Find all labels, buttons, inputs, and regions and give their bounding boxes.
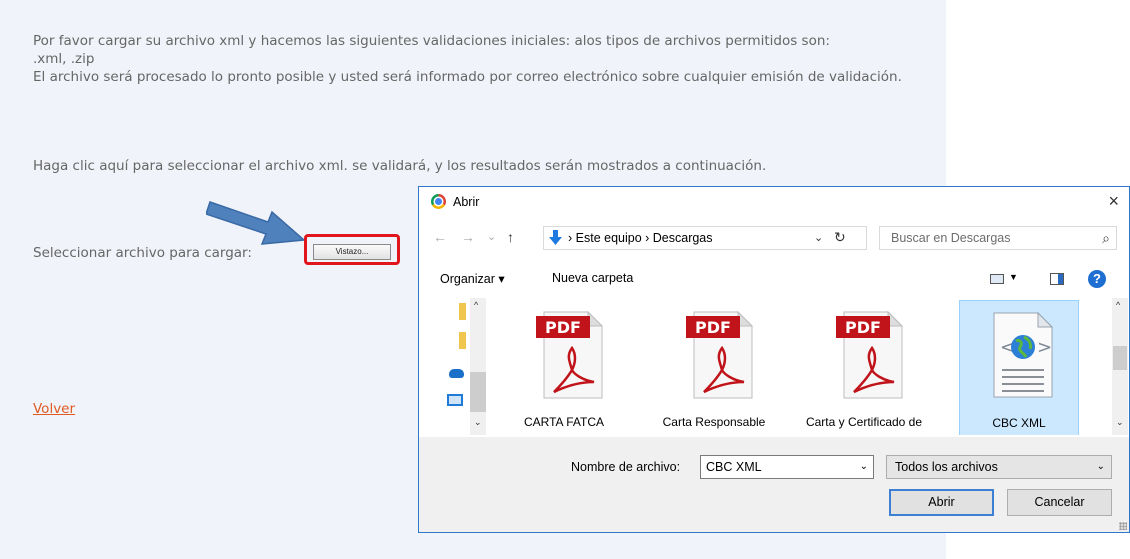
resize-grip-icon[interactable]	[1119, 522, 1127, 530]
pdf-badge-text: PDF	[545, 318, 581, 337]
dialog-toolbar: Organizar ▾ Nueva carpeta ▼ ?	[419, 267, 1129, 293]
new-folder-button[interactable]: Nueva carpeta	[552, 271, 633, 285]
file-name: CARTA FATCA	[523, 415, 604, 429]
refresh-icon[interactable]: ↻	[834, 229, 846, 246]
svg-text:>: >	[1037, 337, 1052, 358]
open-button[interactable]: Abrir	[889, 489, 994, 516]
recent-locations-icon[interactable]: ⌄	[487, 230, 496, 243]
browse-highlight	[304, 234, 400, 265]
address-dropdown-icon[interactable]: ⌄	[814, 231, 823, 244]
navigation-bar: ← → ⌄ ↑ › Este equipo › Descargas ⌄ ↻ Bu…	[419, 224, 1129, 252]
filename-dropdown-icon[interactable]: ⌄	[860, 461, 868, 472]
search-placeholder: Buscar en Descargas	[891, 231, 1011, 245]
onedrive-icon[interactable]	[449, 369, 464, 378]
file-name: Carta y Certificado de	[805, 415, 923, 429]
file-type-value: Todos los archivos	[895, 460, 998, 474]
file-item[interactable]: PDF CARTA FATCA	[504, 300, 624, 435]
downloads-icon	[549, 230, 562, 245]
dialog-title: Abrir	[453, 195, 480, 209]
intro-line-1: Por favor cargar su archivo xml y hacemo…	[33, 33, 830, 49]
upload-instructions: Por favor cargar su archivo xml y hacemo…	[33, 32, 913, 86]
view-options-chevron-icon[interactable]: ▼	[1009, 272, 1018, 282]
chrome-icon	[431, 194, 446, 209]
scrollbar-thumb[interactable]	[470, 372, 486, 412]
file-type-chevron-icon: ⌄	[1096, 461, 1105, 472]
navigation-pane-scrollbar[interactable]: ^ ⌄	[470, 298, 486, 435]
back-arrow-icon[interactable]: ←	[433, 229, 447, 245]
callout-arrow-icon	[206, 201, 306, 245]
open-file-dialog: Abrir × ← → ⌄ ↑ › Este equipo › Descarga…	[418, 186, 1130, 533]
search-box[interactable]: Buscar en Descargas ⌕	[879, 226, 1117, 250]
xml-file-icon: < >	[993, 311, 1054, 398]
change-view-icon[interactable]	[990, 274, 1004, 284]
scroll-down-icon[interactable]: ⌄	[474, 417, 482, 428]
quick-access-folder-icon[interactable]	[459, 332, 466, 349]
search-icon: ⌕	[1102, 230, 1110, 246]
close-icon[interactable]: ×	[1108, 191, 1119, 212]
back-link[interactable]: Volver	[33, 401, 75, 417]
file-item[interactable]: PDF Carta Responsable	[654, 300, 774, 435]
intro-line-2: .xml, .zip	[33, 51, 95, 67]
quick-access-folder-icon[interactable]	[459, 303, 466, 320]
select-hint: Haga clic aquí para seleccionar el archi…	[33, 158, 767, 174]
dialog-titlebar: Abrir ×	[419, 187, 1129, 217]
filename-field[interactable]: CBC XML ⌄	[700, 455, 874, 479]
file-list: PDF CARTA FATCA PDF Carta Responsable PD…	[489, 298, 1111, 435]
address-path: › Este equipo › Descargas	[568, 231, 713, 245]
preview-pane-icon[interactable]	[1050, 273, 1064, 285]
filename-label: Nombre de archivo:	[571, 460, 681, 474]
dialog-footer: Nombre de archivo: CBC XML ⌄ Todos los a…	[419, 437, 1129, 532]
file-item-selected[interactable]: < > CBC XML	[959, 300, 1079, 435]
help-icon[interactable]: ?	[1088, 270, 1106, 288]
up-folder-icon[interactable]: ↑	[507, 229, 514, 245]
file-list-scrollbar[interactable]: ^ ⌄	[1112, 298, 1128, 435]
navigation-pane[interactable]: ^ ⌄	[419, 298, 487, 435]
file-type-select[interactable]: Todos los archivos ⌄	[886, 455, 1112, 479]
this-pc-icon[interactable]	[447, 394, 463, 406]
file-item[interactable]: PDF Carta y Certificado de	[804, 300, 924, 435]
file-name: CBC XML	[992, 416, 1046, 430]
file-name: Carta Responsable	[662, 415, 766, 429]
filename-value: CBC XML	[706, 460, 762, 474]
pdf-file-icon: PDF	[536, 310, 604, 399]
pdf-badge-text: PDF	[695, 318, 731, 337]
scrollbar-thumb[interactable]	[1113, 346, 1127, 370]
scroll-up-icon[interactable]: ^	[474, 300, 478, 310]
scroll-down-icon[interactable]: ⌄	[1116, 417, 1124, 428]
organize-menu[interactable]: Organizar ▾	[440, 271, 505, 286]
forward-arrow-icon[interactable]: →	[461, 229, 475, 245]
pdf-file-icon: PDF	[686, 310, 754, 399]
select-file-label: Seleccionar archivo para cargar:	[33, 245, 252, 261]
address-bar[interactable]: › Este equipo › Descargas ⌄ ↻	[543, 226, 867, 250]
pdf-badge-text: PDF	[845, 318, 881, 337]
pdf-file-icon: PDF	[836, 310, 904, 399]
cancel-button[interactable]: Cancelar	[1007, 489, 1112, 516]
scroll-up-icon[interactable]: ^	[1116, 300, 1120, 310]
intro-line-3: El archivo será procesado lo pronto posi…	[33, 69, 902, 85]
